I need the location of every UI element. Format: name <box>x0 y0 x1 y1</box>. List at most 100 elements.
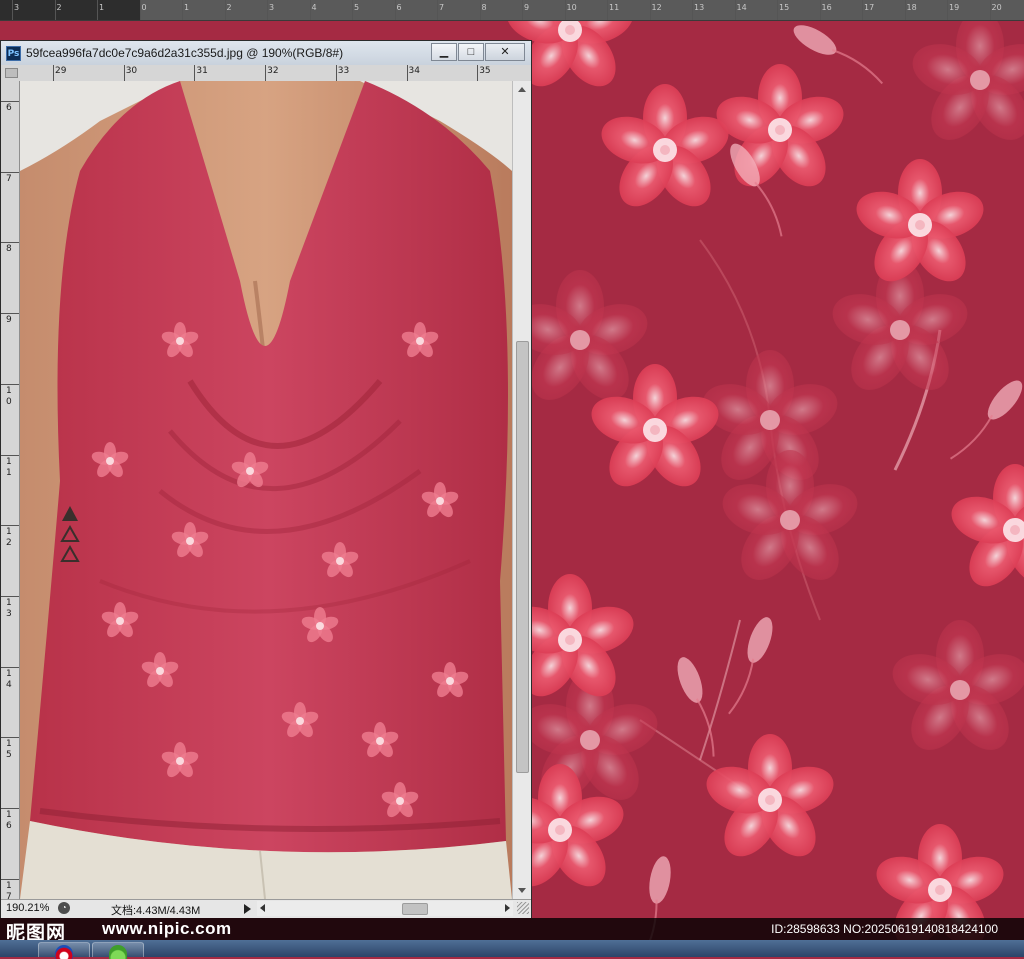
top-ruler-tick <box>394 0 396 20</box>
top-ruler-tick <box>479 0 481 20</box>
v-ruler-tick <box>1 737 19 739</box>
horizontal-scrollbar[interactable] <box>257 901 513 916</box>
top-ruler-label: 8 <box>481 3 487 12</box>
top-ruler-tick <box>607 0 608 20</box>
top-ruler-label: 18 <box>906 3 917 12</box>
vertical-ruler: 67891 01 11 21 31 41 51 61 7 <box>1 81 20 902</box>
top-ruler-label: 11 <box>609 3 620 12</box>
h-ruler-tick <box>335 65 337 81</box>
top-ruler-label: 4 <box>311 3 317 12</box>
top-ruler-label: 19 <box>949 3 960 12</box>
top-ruler-label: 1 <box>99 3 105 12</box>
v-ruler-tick <box>1 171 19 173</box>
status-bar: 190.21% ◔ 文档:4.43M/4.43M <box>1 899 531 918</box>
v-ruler-tick <box>1 454 19 456</box>
top-ruler-tick <box>54 0 56 20</box>
top-ruler-label: 6 <box>396 3 402 12</box>
vertical-scrollbar[interactable] <box>512 81 531 899</box>
h-ruler-label: 34 <box>408 66 420 76</box>
horizontal-scroll-thumb[interactable] <box>402 903 428 915</box>
top-ruler-tick <box>309 0 311 20</box>
v-ruler-label: 7 <box>6 173 12 184</box>
window-titlebar[interactable]: Ps 59fcea996fa7dc0e7c9a6d2a31c355d.jpg @… <box>1 41 531 66</box>
top-ruler-label: 10 <box>566 3 577 12</box>
h-ruler-label: 30 <box>125 66 138 76</box>
v-ruler-tick <box>1 595 19 597</box>
h-ruler-tick <box>406 65 408 81</box>
taskbar-item-browser[interactable] <box>38 942 90 959</box>
top-ruler-label: 15 <box>779 3 790 12</box>
horizontal-ruler: 29 30 31 32 33 34 35 <box>1 65 531 82</box>
v-ruler-label: 1 5 <box>6 739 12 761</box>
document-window[interactable]: Ps 59fcea996fa7dc0e7c9a6d2a31c355d.jpg @… <box>0 40 532 918</box>
top-ruler-tick <box>182 0 183 20</box>
taskbar <box>0 940 1024 959</box>
taskbar-item-messenger[interactable] <box>92 942 144 959</box>
top-ruler-label: 0 <box>141 3 147 12</box>
v-ruler-label: 8 <box>6 244 12 255</box>
photoshop-app-icon: Ps <box>6 45 21 61</box>
top-ruler-tick <box>692 0 693 20</box>
top-ruler-label: 12 <box>651 3 662 12</box>
top-ruler-tick <box>904 0 906 20</box>
h-ruler-tick <box>477 65 479 81</box>
close-button[interactable]: ✕ <box>485 43 525 61</box>
top-ruler-tick <box>989 0 991 20</box>
maximize-button[interactable]: □ <box>458 43 484 61</box>
h-ruler-tick <box>123 65 125 81</box>
v-ruler-tick <box>1 666 19 668</box>
status-menu-arrow-icon[interactable] <box>244 904 251 914</box>
top-ruler-label: 16 <box>821 3 832 12</box>
h-ruler-label: 33 <box>337 66 350 76</box>
top-ruler-tick <box>139 0 141 20</box>
top-ruler-label: 9 <box>524 3 530 12</box>
top-ruler-tick <box>12 0 13 20</box>
top-ruler-tick <box>522 0 523 20</box>
scroll-left-icon[interactable] <box>260 904 265 912</box>
v-ruler-tick <box>1 313 19 315</box>
h-ruler-tick <box>265 65 267 81</box>
top-ruler-label: 14 <box>736 3 747 12</box>
minimize-button[interactable]: ▁ <box>431 43 457 61</box>
v-ruler-tick <box>1 525 19 527</box>
top-ruler-label: 3 <box>14 3 20 12</box>
top-ruler-tick <box>224 0 226 20</box>
top-ruler: 3 2 1 0 1 2 3 4 5 6 7 8 9 10 11 12 13 14 15 16 17 18 19 20 <box>0 0 1024 21</box>
v-ruler-tick <box>1 242 19 244</box>
v-ruler-label: 1 1 <box>6 456 12 478</box>
top-ruler-label: 1 <box>184 3 190 12</box>
watermark-url: www.nipic.com <box>102 919 232 938</box>
top-ruler-label: 17 <box>864 3 875 12</box>
v-ruler-tick <box>1 101 19 102</box>
v-ruler-label: 6 <box>6 103 12 113</box>
top-ruler-tick <box>862 0 863 20</box>
v-ruler-label: 1 4 <box>6 668 12 690</box>
v-ruler-label: 1 0 <box>6 385 12 407</box>
top-ruler-tick <box>267 0 268 20</box>
scroll-up-icon[interactable] <box>518 87 526 92</box>
top-ruler-tick <box>649 0 651 20</box>
zoom-level[interactable]: 190.21% <box>6 902 49 914</box>
h-ruler-tick <box>194 65 196 81</box>
v-ruler-label: 1 2 <box>6 527 12 549</box>
v-ruler-tick <box>1 878 19 880</box>
h-ruler-label: 32 <box>267 66 279 76</box>
document-image[interactable] <box>20 81 512 899</box>
document-size: 文档:4.43M/4.43M <box>111 905 201 917</box>
v-ruler-label: 1 3 <box>6 597 12 619</box>
h-ruler-label: 35 <box>479 66 491 76</box>
ruler-origin[interactable] <box>5 68 18 78</box>
top-ruler-tick <box>819 0 821 20</box>
v-ruler-label: 9 <box>6 315 12 326</box>
scroll-down-icon[interactable] <box>518 888 526 893</box>
top-ruler-tick <box>947 0 948 20</box>
vertical-scroll-thumb[interactable] <box>516 341 529 773</box>
resize-grip-icon[interactable] <box>517 902 529 914</box>
zoom-menu-icon[interactable]: ◔ <box>58 902 70 914</box>
top-ruler-tick <box>352 0 353 20</box>
scroll-right-icon[interactable] <box>505 904 510 912</box>
top-ruler-tick <box>734 0 736 20</box>
top-ruler-label: 13 <box>694 3 705 12</box>
h-ruler-label: 31 <box>196 66 208 76</box>
h-ruler-label: 29 <box>55 66 67 76</box>
